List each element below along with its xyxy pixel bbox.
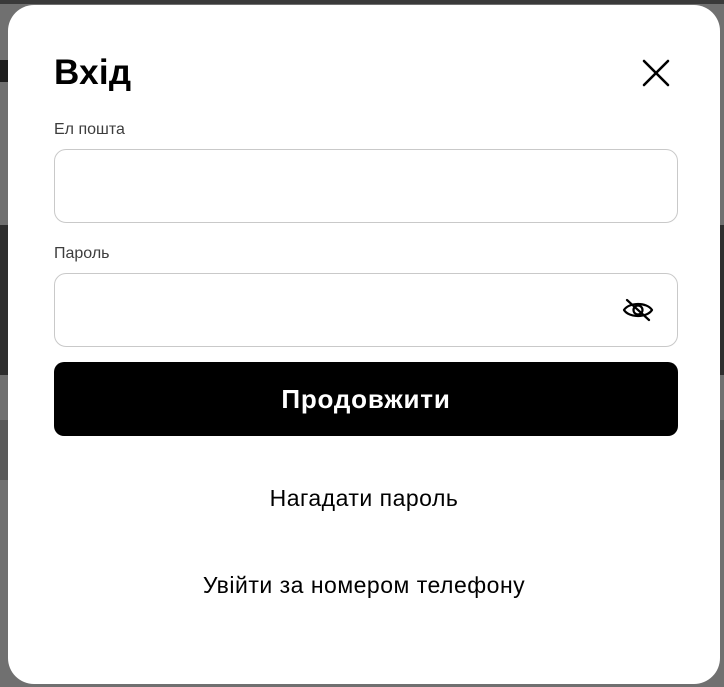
phone-login-link[interactable]: Увійти за номером телефону (8, 572, 720, 599)
continue-button[interactable]: Продовжити (54, 362, 678, 436)
close-button[interactable] (638, 55, 674, 91)
password-label: Пароль (54, 245, 110, 262)
close-icon (642, 59, 670, 87)
email-label: Ел пошта (54, 121, 125, 138)
modal-title: Вхід (54, 53, 132, 92)
password-visibility-toggle[interactable] (621, 295, 655, 325)
password-field-box[interactable] (54, 273, 678, 348)
login-modal: Вхід Ел пошта Пароль Продовжити Нагадати… (8, 5, 720, 684)
remind-password-link[interactable]: Нагадати пароль (8, 485, 720, 512)
email-field[interactable] (71, 150, 615, 224)
backdrop-header-strip (0, 0, 724, 4)
email-field-box[interactable] (54, 149, 678, 224)
password-field[interactable] (71, 274, 615, 348)
eye-slash-icon (622, 298, 654, 322)
